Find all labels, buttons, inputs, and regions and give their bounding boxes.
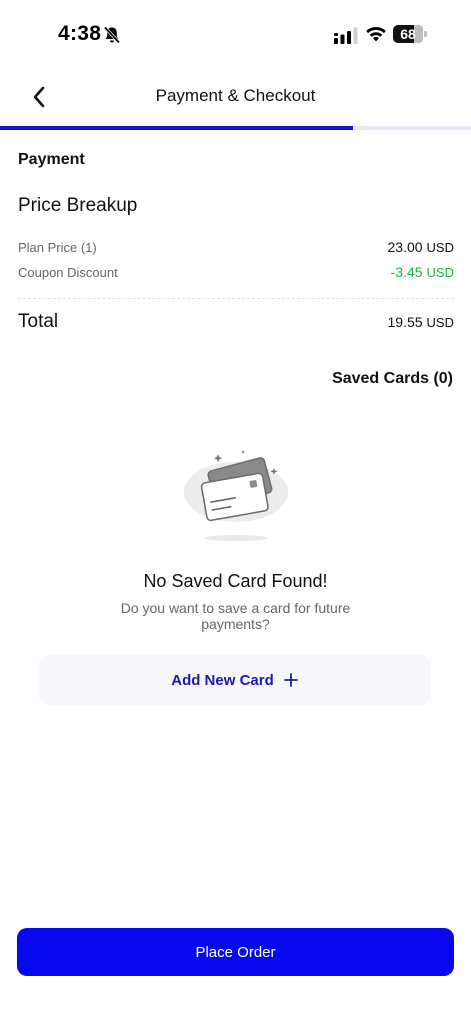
checkout-progress-fill [0, 126, 354, 130]
signal-icon [334, 27, 358, 44]
wifi-icon [366, 26, 386, 42]
plus-icon [283, 673, 298, 687]
credit-cards-illustration [184, 450, 288, 541]
battery-level: 68 [400, 26, 416, 42]
coupon-discount-value: -3.45 USD [390, 264, 454, 280]
total-label: Total [18, 311, 59, 332]
total-value: 19.55 USD [387, 314, 455, 330]
place-order-button[interactable]: Place Order [17, 928, 454, 976]
saved-cards-heading: Saved Cards (0) [332, 370, 453, 387]
empty-state-title: No Saved Card Found! [143, 571, 328, 591]
status-time: 4:38 [58, 22, 102, 45]
bell-muted-icon [103, 26, 121, 44]
page-title: Payment & Checkout [155, 86, 316, 105]
add-new-card-button[interactable]: Add New Card [38, 655, 431, 705]
total-row: Total 19.55 USD [18, 311, 454, 333]
plan-price-row: Plan Price (1) 23.00 USD [18, 239, 454, 255]
plan-price-value: 23.00 USD [387, 239, 455, 255]
dashed-divider [18, 298, 454, 299]
header: Payment & Checkout [0, 70, 471, 126]
empty-state-subtitle: Do you want to save a card for future pa… [120, 600, 351, 632]
status-bar: 4:38 68 [0, 0, 471, 70]
price-breakup-title: Price Breakup [18, 195, 138, 216]
coupon-discount-row: Coupon Discount -3.45 USD [18, 264, 454, 280]
plan-price-label: Plan Price (1) [18, 240, 97, 255]
coupon-discount-label: Coupon Discount [18, 265, 118, 280]
payment-section-label: Payment [18, 151, 85, 168]
battery-icon: 68 [393, 25, 427, 43]
add-new-card-label: Add New Card [171, 671, 274, 689]
checkout-progress-bar [0, 126, 471, 130]
